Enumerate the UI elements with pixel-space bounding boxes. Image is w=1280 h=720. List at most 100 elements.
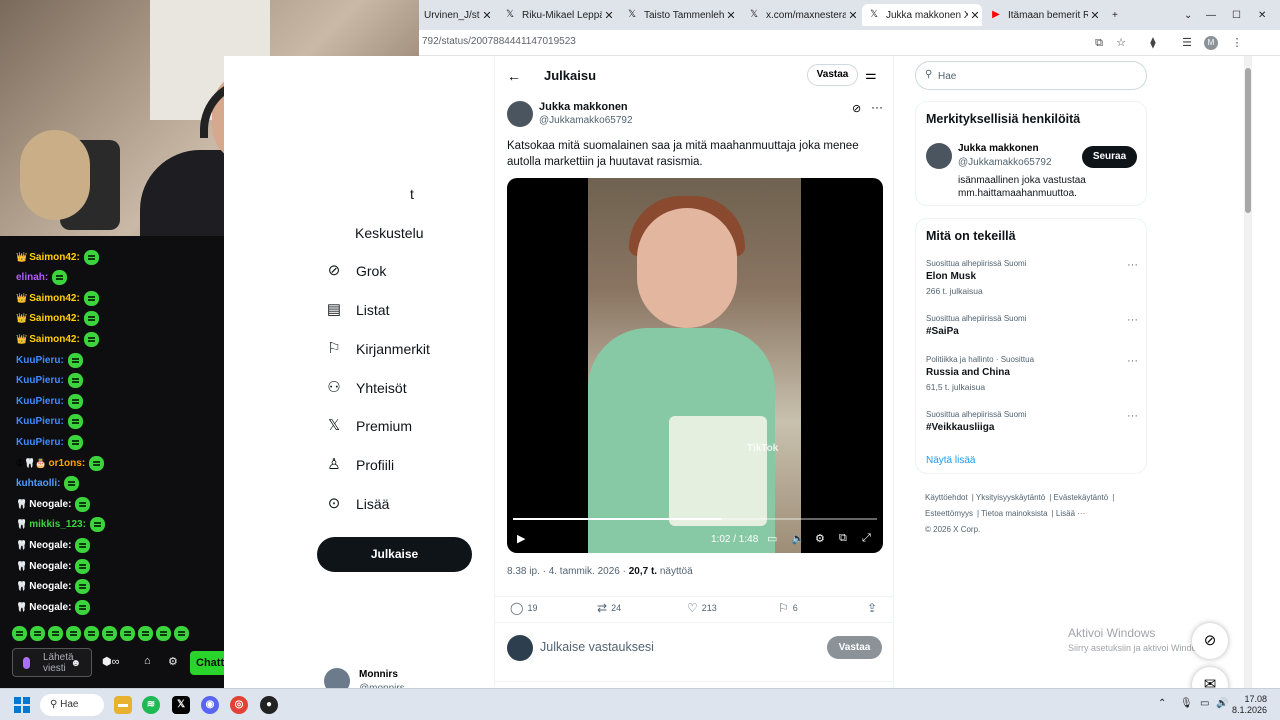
x-app-icon[interactable]: 𝕏 <box>172 696 190 714</box>
browser-tab[interactable]: 𝕏x.com/maxnesterak/✕ <box>742 4 860 26</box>
nav-item-partial[interactable]: Keskustelu <box>355 219 423 247</box>
footer-link[interactable]: Yksityisyyskäytäntö <box>976 493 1045 502</box>
author-avatar[interactable] <box>507 101 533 127</box>
chat-username[interactable]: KuuPieru: <box>16 375 64 386</box>
store-icon[interactable]: ⌂ <box>144 655 151 667</box>
page-scrollbar[interactable] <box>1244 56 1252 688</box>
chat-username[interactable]: KuuPieru: <box>16 437 64 448</box>
close-tab-icon[interactable]: ✕ <box>602 9 616 22</box>
windows-start-icon[interactable] <box>14 697 30 713</box>
author-name[interactable]: Jukka makkonen <box>539 101 628 113</box>
chat-emote-icon[interactable] <box>66 626 81 641</box>
nav-item-lists[interactable]: ▤ Listat <box>324 296 390 324</box>
chat-emote-icon[interactable] <box>156 626 171 641</box>
url-text[interactable]: 792/status/2007884441147019523 <box>422 36 576 47</box>
show-more-link[interactable]: Näytä lisää <box>926 455 975 466</box>
footer-link[interactable]: Esteettömyys <box>925 509 973 518</box>
chat-emote-icon[interactable] <box>30 626 45 641</box>
chat-username[interactable]: KuuPieru: <box>16 416 64 427</box>
chat-username[interactable]: Saimon42: <box>29 313 80 324</box>
volume-icon[interactable]: 🔈 <box>791 532 805 545</box>
close-tab-icon[interactable]: ✕ <box>1088 9 1102 22</box>
file-explorer-icon[interactable]: ▬ <box>114 696 132 714</box>
nav-item-partial[interactable]: t <box>410 180 414 208</box>
obs-icon[interactable]: ● <box>260 696 278 714</box>
browser-tab[interactable]: ▶Itämaan bemerit Rov✕ <box>984 4 1102 26</box>
author-handle[interactable]: @Jukkamakko65792 <box>539 115 633 126</box>
chat-username[interactable]: Neogale: <box>29 540 71 551</box>
spotify-icon[interactable]: ≋ <box>142 696 160 714</box>
chat-username[interactable]: Saimon42: <box>29 293 80 304</box>
captions-icon[interactable]: ▭ <box>767 532 777 545</box>
grok-floating-button[interactable]: ⊘ <box>1192 623 1228 659</box>
video-progress-bar[interactable] <box>513 518 877 520</box>
search-input[interactable]: ⚲ Hae <box>915 61 1147 90</box>
bookmark-star-icon[interactable]: ☆ <box>1114 36 1128 50</box>
reply-action[interactable]: ◯ 19 <box>510 601 537 615</box>
chevron-down-icon[interactable]: ⌄ <box>1178 4 1198 26</box>
microphone-icon[interactable] <box>23 657 30 669</box>
profile-avatar[interactable]: M <box>1204 36 1218 50</box>
chat-username[interactable]: Saimon42: <box>29 334 80 345</box>
close-tab-icon[interactable]: ✕ <box>480 9 494 22</box>
trend-item[interactable]: Suosittua alhepiirissä Suomi Elon Musk 2… <box>926 259 1138 296</box>
footer-link[interactable]: Evästekäytäntö <box>1054 493 1109 502</box>
bits-icon[interactable]: ⬢∞ <box>102 655 119 668</box>
grok-icon[interactable]: ⊘ <box>852 102 861 115</box>
avatar[interactable] <box>926 143 952 169</box>
emoji-icon[interactable]: ☻ <box>70 658 81 669</box>
taskbar-search[interactable]: ⚲ Hae <box>40 694 104 716</box>
settings-gear-icon[interactable]: ⚙ <box>815 532 825 545</box>
footer-link[interactable]: Tietoa mainoksista <box>981 509 1047 518</box>
chat-username[interactable]: mikkis_123: <box>29 519 86 530</box>
chat-username[interactable]: Neogale: <box>29 561 71 572</box>
chat-emote-icon[interactable] <box>174 626 189 641</box>
trend-item[interactable]: Politiikka ja hallinto · Suosittua Russi… <box>926 355 1138 392</box>
nav-item-communities[interactable]: ⚇ Yhteisöt <box>324 374 406 402</box>
address-bar[interactable]: 792/status/2007884441147019523 ⧉ ☆ ⧫ ☰ M… <box>418 30 1280 56</box>
reply-input[interactable]: Julkaise vastauksesi <box>540 640 654 654</box>
chat-emote-icon[interactable] <box>120 626 135 641</box>
share-action[interactable]: ⇪ <box>867 601 881 615</box>
new-tab-button[interactable]: + <box>1106 4 1126 26</box>
chat-username[interactable]: elinah: <box>16 272 48 283</box>
chat-emote-icon[interactable] <box>84 626 99 641</box>
scrollbar-thumb[interactable] <box>1245 68 1251 213</box>
chat-username[interactable]: Neogale: <box>29 499 71 510</box>
chat-username[interactable]: Neogale: <box>29 602 71 613</box>
close-tab-icon[interactable]: ✕ <box>846 9 860 22</box>
reply-submit-button[interactable]: Vastaa <box>827 636 882 659</box>
chat-username[interactable]: or1ons: <box>48 458 85 469</box>
nav-item-grok[interactable]: ⊘ Grok <box>324 257 387 285</box>
bookmark-action[interactable]: ⚐ 6 <box>778 601 798 615</box>
more-dots-icon[interactable]: ··· <box>1127 410 1138 422</box>
picture-in-picture-icon[interactable]: ⧉ <box>839 532 847 545</box>
post-button[interactable]: Julkaise <box>317 537 472 572</box>
nav-item-more[interactable]: ⊙ Lisää <box>324 490 390 518</box>
browser-tab-active[interactable]: 𝕏Jukka makkonen X:ss✕ <box>862 4 982 26</box>
suggested-user-name[interactable]: Jukka makkonen <box>958 143 1039 154</box>
extensions-icon[interactable]: ⧫ <box>1146 36 1160 50</box>
trend-item[interactable]: Suosittua alhepiirissä Suomi #Veikkausli… <box>926 410 1138 433</box>
browser-tab[interactable]: Urvinen_J/statu✕ <box>418 4 494 26</box>
more-dots-icon[interactable]: ··· <box>1127 259 1138 271</box>
more-dots-icon[interactable]: ··· <box>871 100 883 114</box>
chevron-up-icon[interactable]: ⌃ <box>1158 698 1166 709</box>
more-dots-icon[interactable]: ··· <box>1127 355 1138 367</box>
volume-icon[interactable]: 🔊 <box>1216 698 1228 709</box>
chat-input[interactable]: Lähetä viesti ☻ <box>12 648 92 677</box>
browser-tab[interactable]: 𝕏Riku-Mikael Leppäne✕ <box>498 4 616 26</box>
chat-username[interactable]: KuuPieru: <box>16 355 64 366</box>
nav-item-bookmarks[interactable]: ⚐ Kirjanmerkit <box>324 335 430 363</box>
follow-button[interactable]: Seuraa <box>1082 146 1137 168</box>
settings-gear-icon[interactable]: ⚙ <box>168 655 178 668</box>
network-icon[interactable]: ▭ <box>1200 698 1209 709</box>
play-icon[interactable]: ▶ <box>517 532 525 545</box>
nav-item-premium[interactable]: 𝕏 Premium <box>324 412 412 440</box>
chat-emote-icon[interactable] <box>138 626 153 641</box>
chat-emote-icon[interactable] <box>48 626 63 641</box>
sliders-icon[interactable]: ⚌ <box>865 67 877 83</box>
chat-emote-icon[interactable] <box>102 626 117 641</box>
microphone-icon[interactable]: 🎙 <box>1180 698 1193 709</box>
chat-emote-icon[interactable] <box>12 626 27 641</box>
